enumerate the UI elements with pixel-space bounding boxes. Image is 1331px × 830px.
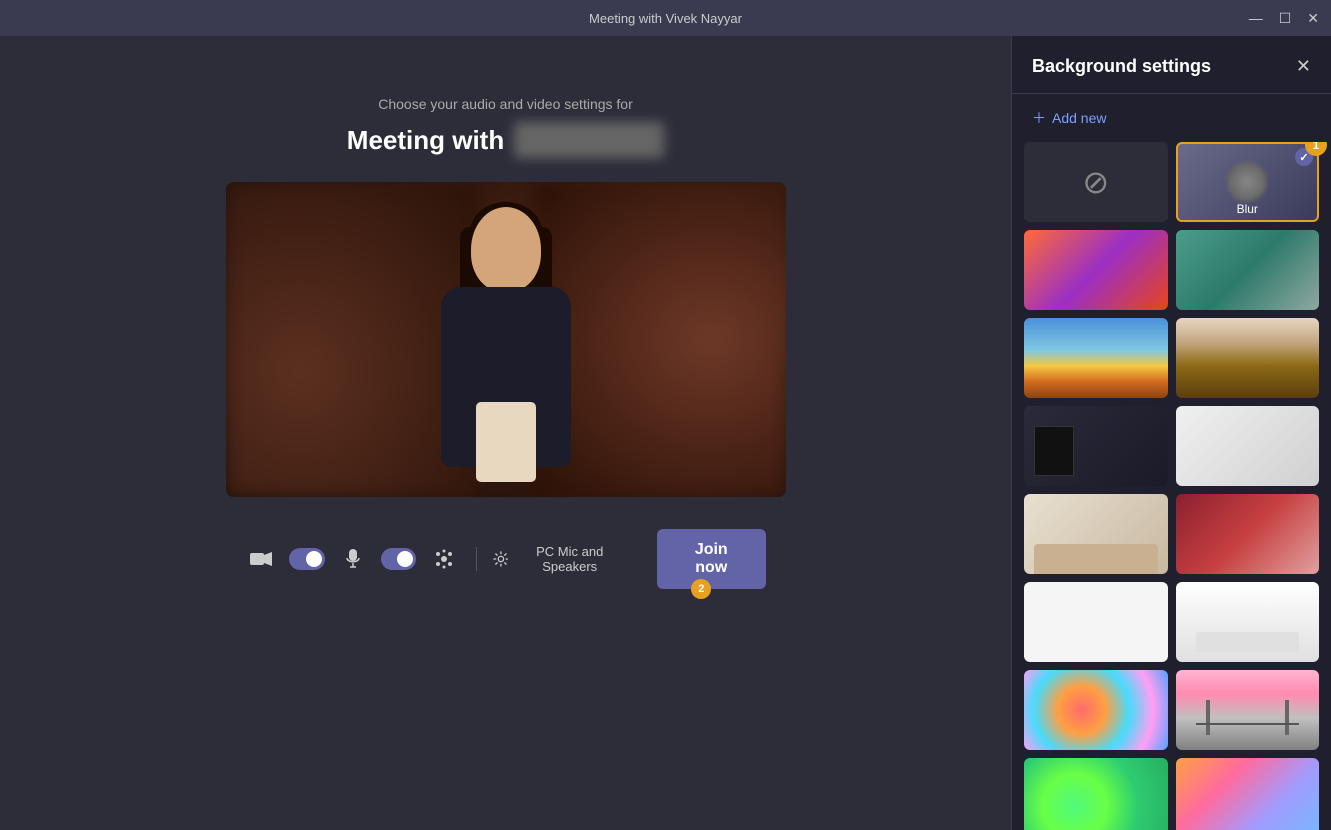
bg-option-lounge1[interactable] <box>1176 494 1320 574</box>
window-controls: — ☐ ✕ <box>1249 11 1319 25</box>
panel-header: Background settings ✕ <box>1012 36 1331 94</box>
plus-icon: ＋ <box>1032 108 1046 128</box>
blur-icon <box>1227 162 1267 202</box>
background-grid: ⊘ 1 ✓ Blur <box>1012 142 1331 830</box>
camera-toggle[interactable] <box>289 548 324 570</box>
bg-option-bridge[interactable] <box>1176 670 1320 750</box>
join-badge: 2 <box>691 579 711 599</box>
bg-option-white-room2[interactable] <box>1176 582 1320 662</box>
title-bar: Meeting with Vivek Nayyar — ☐ ✕ <box>0 0 1331 36</box>
background-settings-panel: Background settings ✕ ＋ Add new ⊘ 1 ✓ Bl… <box>1011 36 1331 830</box>
window-title: Meeting with Vivek Nayyar <box>589 11 742 26</box>
person-head <box>471 207 541 292</box>
bg-option-room1[interactable] <box>1024 406 1168 486</box>
bg-option-balloons-green[interactable] <box>1024 758 1168 830</box>
mic-icon <box>346 549 360 569</box>
controls-bar: PC Mic and Speakers Join now 2 <box>226 517 786 601</box>
minimize-button[interactable]: — <box>1249 11 1263 25</box>
person-shirt <box>476 402 536 482</box>
gear-icon <box>493 550 509 568</box>
mic-toggle[interactable] <box>381 548 416 570</box>
main-area: Choose your audio and video settings for… <box>0 36 1331 830</box>
bg-option-colorful1[interactable] <box>1024 230 1168 310</box>
bg-option-office1[interactable] <box>1176 230 1320 310</box>
close-button[interactable]: ✕ <box>1307 11 1319 25</box>
effects-button[interactable] <box>428 541 460 577</box>
bg-option-interior1[interactable] <box>1176 318 1320 398</box>
camera-icon <box>250 551 272 567</box>
meeting-with-label: Meeting with <box>347 125 504 156</box>
bg-option-colorful2[interactable] <box>1176 758 1320 830</box>
effects-icon <box>434 549 454 569</box>
add-new-label: Add new <box>1052 110 1106 126</box>
settings-label: Choose your audio and video settings for <box>378 96 633 112</box>
bg-option-blur[interactable]: ✓ Blur <box>1176 142 1320 222</box>
bg-option-modern1[interactable] <box>1176 406 1320 486</box>
bg-option-city1[interactable] <box>1024 318 1168 398</box>
audio-device-label: PC Mic and Speakers <box>514 544 625 574</box>
person-figure <box>406 197 606 497</box>
bg-option-blur-wrapper: 1 ✓ Blur <box>1176 142 1320 222</box>
join-button-wrapper: Join now 2 <box>637 529 766 589</box>
meeting-name-blurred <box>514 122 664 158</box>
bg-option-balloons-color[interactable] <box>1024 670 1168 750</box>
mic-button[interactable] <box>337 541 369 577</box>
add-new-button[interactable]: ＋ Add new <box>1012 94 1331 142</box>
separator <box>476 547 477 571</box>
person-body <box>441 287 571 467</box>
no-bg-icon: ⊘ <box>1082 163 1109 201</box>
bg-option-bedroom1[interactable] <box>1024 494 1168 574</box>
meeting-title-row: Meeting with <box>347 122 664 158</box>
bg-option-none[interactable]: ⊘ <box>1024 142 1168 222</box>
blur-label: Blur <box>1178 202 1318 216</box>
video-preview <box>226 182 786 497</box>
bg-option-white-room[interactable] <box>1024 582 1168 662</box>
join-now-button[interactable]: Join now <box>657 529 766 589</box>
close-panel-button[interactable]: ✕ <box>1296 56 1311 77</box>
maximize-button[interactable]: ☐ <box>1279 11 1292 25</box>
audio-settings-button[interactable]: PC Mic and Speakers <box>493 544 625 574</box>
left-panel: Choose your audio and video settings for… <box>0 36 1011 830</box>
panel-title: Background settings <box>1032 56 1211 77</box>
camera-button[interactable] <box>246 541 278 577</box>
